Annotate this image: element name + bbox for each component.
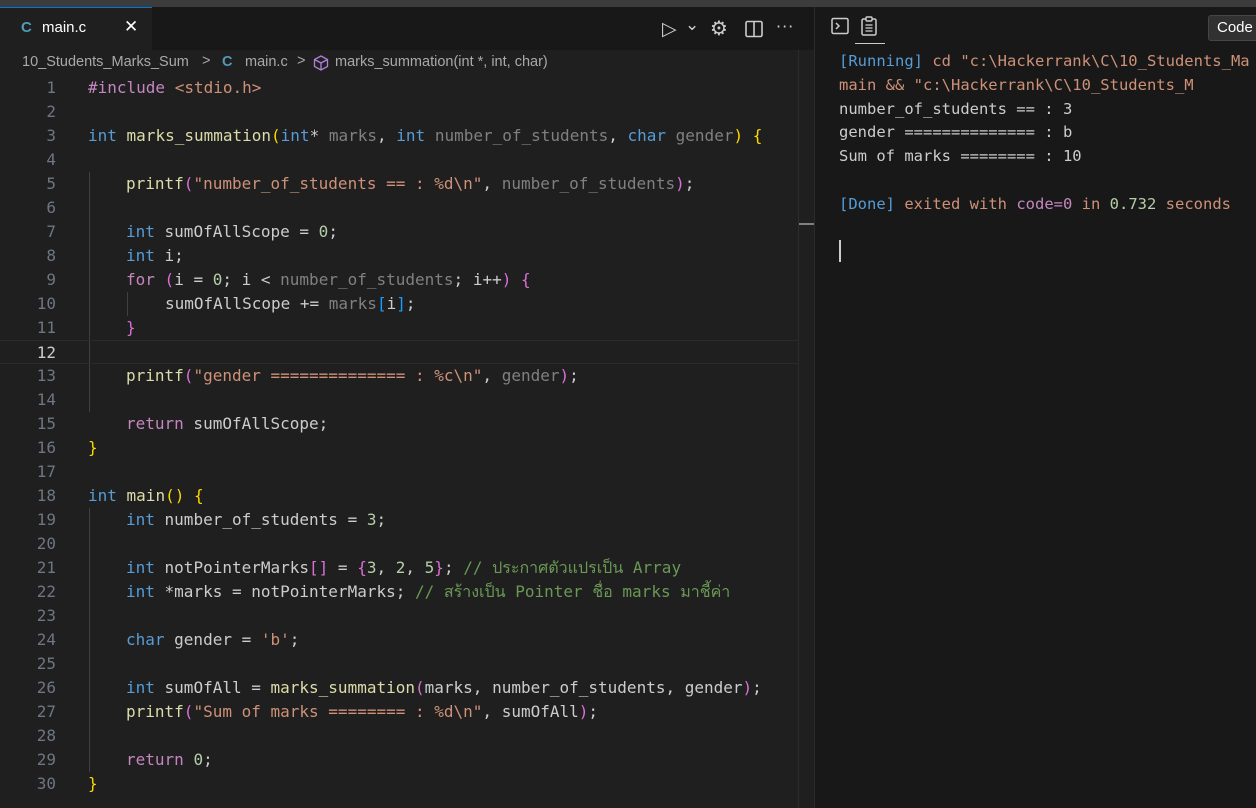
cube-icon — [313, 55, 329, 75]
line-number: 6 — [46, 198, 56, 217]
gear-icon[interactable]: ⚙ — [710, 16, 728, 40]
output-line-done: [Done] exited with code=0 in 0.732 secon… — [839, 195, 1231, 213]
line-number: 14 — [36, 390, 56, 409]
line-number: 5 — [46, 174, 56, 193]
scrollbar-cursor-marker — [799, 223, 815, 225]
output-line-gender: gender ============== : b — [839, 123, 1073, 141]
c-file-icon: C — [222, 54, 233, 70]
line-number: 23 — [36, 606, 56, 625]
code-line-21: 21 int notPointerMarks[] = {3, 2, 5}; // … — [0, 556, 798, 580]
line-number: 25 — [36, 654, 56, 673]
code-line-29: 29 return 0; — [0, 748, 798, 772]
line-number: 16 — [36, 438, 56, 457]
line-number: 24 — [36, 630, 56, 649]
code-line-28: 28 — [0, 724, 798, 748]
line-number: 1 — [46, 78, 56, 97]
text-cursor — [839, 240, 841, 262]
line-number: 19 — [36, 510, 56, 529]
code-line-20: 20 — [0, 532, 798, 556]
code-line-18: 18 int main() { — [0, 484, 798, 508]
code-line-16: 16} — [0, 436, 798, 460]
output-line-command: main && "c:\Hackerrank\C\10_Students_M — [839, 76, 1194, 94]
output-line-students: number_of_students == : 3 — [839, 100, 1073, 118]
code-line-23: 23 — [0, 604, 798, 628]
output-line-sum: Sum of marks ======== : 10 — [839, 147, 1082, 165]
line-number: 10 — [36, 294, 56, 313]
line-number: 9 — [46, 270, 56, 289]
tab-main-c[interactable]: C main.c ✕ — [0, 7, 152, 50]
chevron-down-icon[interactable]: ⌄ — [685, 15, 699, 35]
code-line-2: 2 — [0, 100, 798, 124]
editor-scrollbar[interactable] — [798, 50, 815, 808]
chevron-right-icon: > — [297, 53, 306, 69]
code-line-30: 30} — [0, 772, 798, 796]
code-button[interactable]: Code — [1208, 15, 1256, 41]
line-number: 12 — [36, 343, 56, 362]
tab-bar: C main.c ✕ ▷ ⌄ ⚙ ··· — [0, 7, 814, 50]
code-line-6: 6 — [0, 196, 798, 220]
c-file-icon: C — [21, 19, 32, 36]
code-line-8: 8 int i; — [0, 244, 798, 268]
editor-pane: C main.c ✕ ▷ ⌄ ⚙ ··· 10_Students_Marks_S… — [0, 7, 815, 808]
code-line-13: 13 printf("gender ============== : %c\n",… — [0, 364, 798, 388]
code-line-4: 4 — [0, 148, 798, 172]
active-tab-underline — [855, 43, 885, 44]
line-number: 21 — [36, 558, 56, 577]
more-actions-icon[interactable]: ··· — [776, 17, 794, 36]
clipboard-icon[interactable] — [860, 16, 878, 40]
line-number: 13 — [36, 366, 56, 385]
line-number: 7 — [46, 222, 56, 241]
code-line-26: 26 int sumOfAll = marks_summation(marks, … — [0, 676, 798, 700]
line-number: 11 — [36, 318, 56, 337]
code-line-12-current: 12 — [0, 340, 798, 364]
breadcrumb-file[interactable]: main.c — [245, 54, 288, 70]
line-number: 20 — [36, 534, 56, 553]
output-line-running: [Running] cd "c:\Hackerrank\C\10_Student… — [839, 52, 1250, 70]
close-icon[interactable]: ✕ — [124, 17, 138, 37]
breadcrumb-symbol[interactable]: marks_summation(int *, int, char) — [335, 54, 548, 70]
chevron-right-icon: > — [202, 53, 211, 69]
code-line-27: 27 printf("Sum of marks ======== : %d\n",… — [0, 700, 798, 724]
code-line-14: 14 — [0, 388, 798, 412]
split-editor-icon[interactable] — [745, 20, 763, 42]
line-number: 28 — [36, 726, 56, 745]
code-line-17: 17 — [0, 460, 798, 484]
line-number: 8 — [46, 246, 56, 265]
code-line-3: 3 int marks_summation(int* marks, int num… — [0, 124, 798, 148]
terminal-icon[interactable] — [831, 17, 849, 39]
tab-title: main.c — [42, 19, 87, 36]
line-number: 26 — [36, 678, 56, 697]
code-line-1: 1 #include <stdio.h> — [0, 76, 798, 100]
code-line-7: 7 int sumOfAllScope = 0; — [0, 220, 798, 244]
run-icon[interactable]: ▷ — [662, 18, 677, 40]
breadcrumb-folder[interactable]: 10_Students_Marks_Sum — [22, 54, 189, 70]
line-number: 3 — [46, 126, 56, 145]
output-header: Code — [815, 7, 1256, 47]
line-number: 17 — [36, 462, 56, 481]
code-line-24: 24 char gender = 'b'; — [0, 628, 798, 652]
code-line-25: 25 — [0, 652, 798, 676]
line-number: 2 — [46, 102, 56, 121]
code-line-22: 22 int *marks = notPointerMarks; // สร้าง… — [0, 580, 798, 604]
code-line-19: 19 int number_of_students = 3; — [0, 508, 798, 532]
window-top-strip — [0, 0, 1256, 7]
code-line-5: 5 printf("number_of_students == : %d\n", … — [0, 172, 798, 196]
code-line-15: 15 return sumOfAllScope; — [0, 412, 798, 436]
code-line-9: 9 for (i = 0; i < number_of_students; i++… — [0, 268, 798, 292]
code-line-11: 11} — [0, 316, 798, 340]
line-number: 29 — [36, 750, 56, 769]
line-number: 18 — [36, 486, 56, 505]
line-number: 22 — [36, 582, 56, 601]
output-pane: Code [Running] cd "c:\Hackerrank\C\10_St… — [815, 7, 1256, 808]
code-line-10: 10 sumOfAllScope += marks[i]; — [0, 292, 798, 316]
line-number: 30 — [36, 774, 56, 793]
line-number: 27 — [36, 702, 56, 721]
line-number: 4 — [46, 150, 56, 169]
line-number: 15 — [36, 414, 56, 433]
